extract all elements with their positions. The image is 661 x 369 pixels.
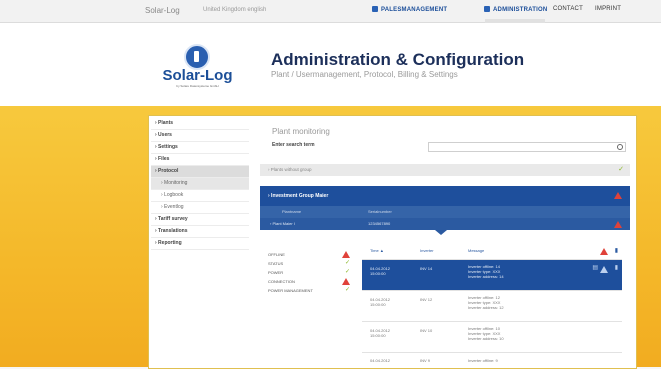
table-row[interactable]: 04.04.2012 15:00:00 INV 14 Inverter offl… — [362, 259, 622, 290]
sidebar-item-protocol[interactable]: › Protocol — [151, 166, 249, 178]
status-power-management[interactable]: POWER MANAGEMENT ✓ — [268, 286, 352, 295]
col-plantname: Plantname — [282, 209, 302, 214]
page-title: Administration & Configuration — [271, 50, 525, 69]
solar-log-logo[interactable]: Solar-Log by Solare Datensysteme GmbH — [160, 44, 235, 94]
col-inverter[interactable]: Inverter — [420, 243, 434, 259]
warning-icon — [600, 248, 608, 255]
status-connection[interactable]: CONNECTION — [268, 277, 352, 286]
col-serialnumber: Serialnumber — [368, 209, 392, 214]
check-icon: ✓ — [344, 269, 350, 275]
sidebar-item-users[interactable]: › Users — [151, 130, 249, 142]
warning-icon — [614, 192, 622, 199]
nav-administration[interactable]: ADMINISTRATION — [484, 6, 547, 13]
language-select[interactable]: United Kingdom english — [203, 7, 266, 13]
sidebar-item-logbook[interactable]: › Logbook — [151, 190, 249, 202]
user-icon — [372, 6, 378, 12]
document-icon[interactable]: ▤ — [592, 264, 598, 271]
warning-icon — [342, 278, 350, 285]
col-message[interactable]: Message — [468, 243, 484, 259]
trash-icon[interactable]: ▮ — [615, 264, 618, 271]
col-time[interactable]: Time ▲ — [370, 243, 384, 259]
content-area: Plant monitoring Enter search term › Pla… — [260, 118, 630, 364]
event-table-header: Time ▲ Inverter Message ▮ — [362, 243, 622, 259]
nav-imprint[interactable]: IMPRINT — [595, 6, 621, 12]
plant-table-header: Plantname Serialnumber — [260, 206, 630, 218]
search-label: Enter search term — [272, 142, 315, 148]
plant-serial: 1234567890 — [368, 221, 391, 226]
sidebar-item-eventlog[interactable]: › Eventlog — [151, 202, 249, 214]
trash-icon[interactable]: ▮ — [615, 243, 618, 259]
sidebar-item-settings[interactable]: › Settings — [151, 142, 249, 154]
top-logo[interactable]: Solar-Log — [145, 6, 180, 15]
sidebar-item-translations[interactable]: › Translations — [151, 226, 249, 238]
group-row-without-group[interactable]: › Plants without group ✓ — [260, 164, 630, 176]
sidebar: › Plants › Users › Settings › Files › Pr… — [151, 118, 249, 250]
table-row[interactable]: 04.04.2012 INV 9 Inverter offline: 9 — [362, 352, 622, 367]
plant-name: › Plant Maier I — [270, 221, 295, 226]
nav-salesmanagement[interactable]: PALESMANAGEMENT — [372, 6, 447, 13]
check-icon: ✓ — [344, 260, 350, 266]
sidebar-item-monitoring[interactable]: › Monitoring — [151, 178, 249, 190]
event-table: Time ▲ Inverter Message ▮ 04.04.2012 15:… — [362, 243, 622, 367]
table-row[interactable]: 04.04.2012 15:00:00 INV 10 Inverter offl… — [362, 321, 622, 352]
warning-icon — [614, 221, 622, 228]
search-input[interactable] — [428, 142, 626, 152]
top-bar: Solar-Log United Kingdom english PALESMA… — [0, 0, 661, 23]
plant-row[interactable]: › Plant Maier I 1234567890 — [260, 218, 630, 230]
status-power[interactable]: POWER ✓ — [268, 268, 352, 277]
search-icon[interactable] — [617, 144, 623, 150]
table-row[interactable]: 04.04.2012 15:00:00 INV 12 Inverter offl… — [362, 290, 622, 321]
page-subtitle: Plant / Usermanagement, Protocol, Billin… — [271, 70, 458, 79]
section-title: Plant monitoring — [272, 127, 330, 136]
sidebar-item-reporting[interactable]: › Reporting — [151, 238, 249, 250]
sidebar-item-files[interactable]: › Files — [151, 154, 249, 166]
status-status[interactable]: STATUS ✓ — [268, 259, 352, 268]
warning-icon — [342, 251, 350, 258]
user-icon — [484, 6, 490, 12]
status-offline[interactable]: OFFLINE — [268, 250, 352, 259]
sidebar-item-plants[interactable]: › Plants — [151, 118, 249, 130]
nav-contact[interactable]: CONTACT — [553, 6, 583, 12]
check-icon: ✓ — [618, 166, 624, 173]
status-list: OFFLINE STATUS ✓ POWER ✓ CONNECTION POWER … — [268, 250, 352, 295]
group-row-investment[interactable]: › Investment Group Maier — [260, 186, 630, 206]
expand-notch — [435, 230, 447, 235]
check-icon: ✓ — [344, 287, 350, 293]
sidebar-item-tariff-survey[interactable]: › Tariff survey — [151, 214, 249, 226]
warning-icon — [600, 266, 608, 273]
